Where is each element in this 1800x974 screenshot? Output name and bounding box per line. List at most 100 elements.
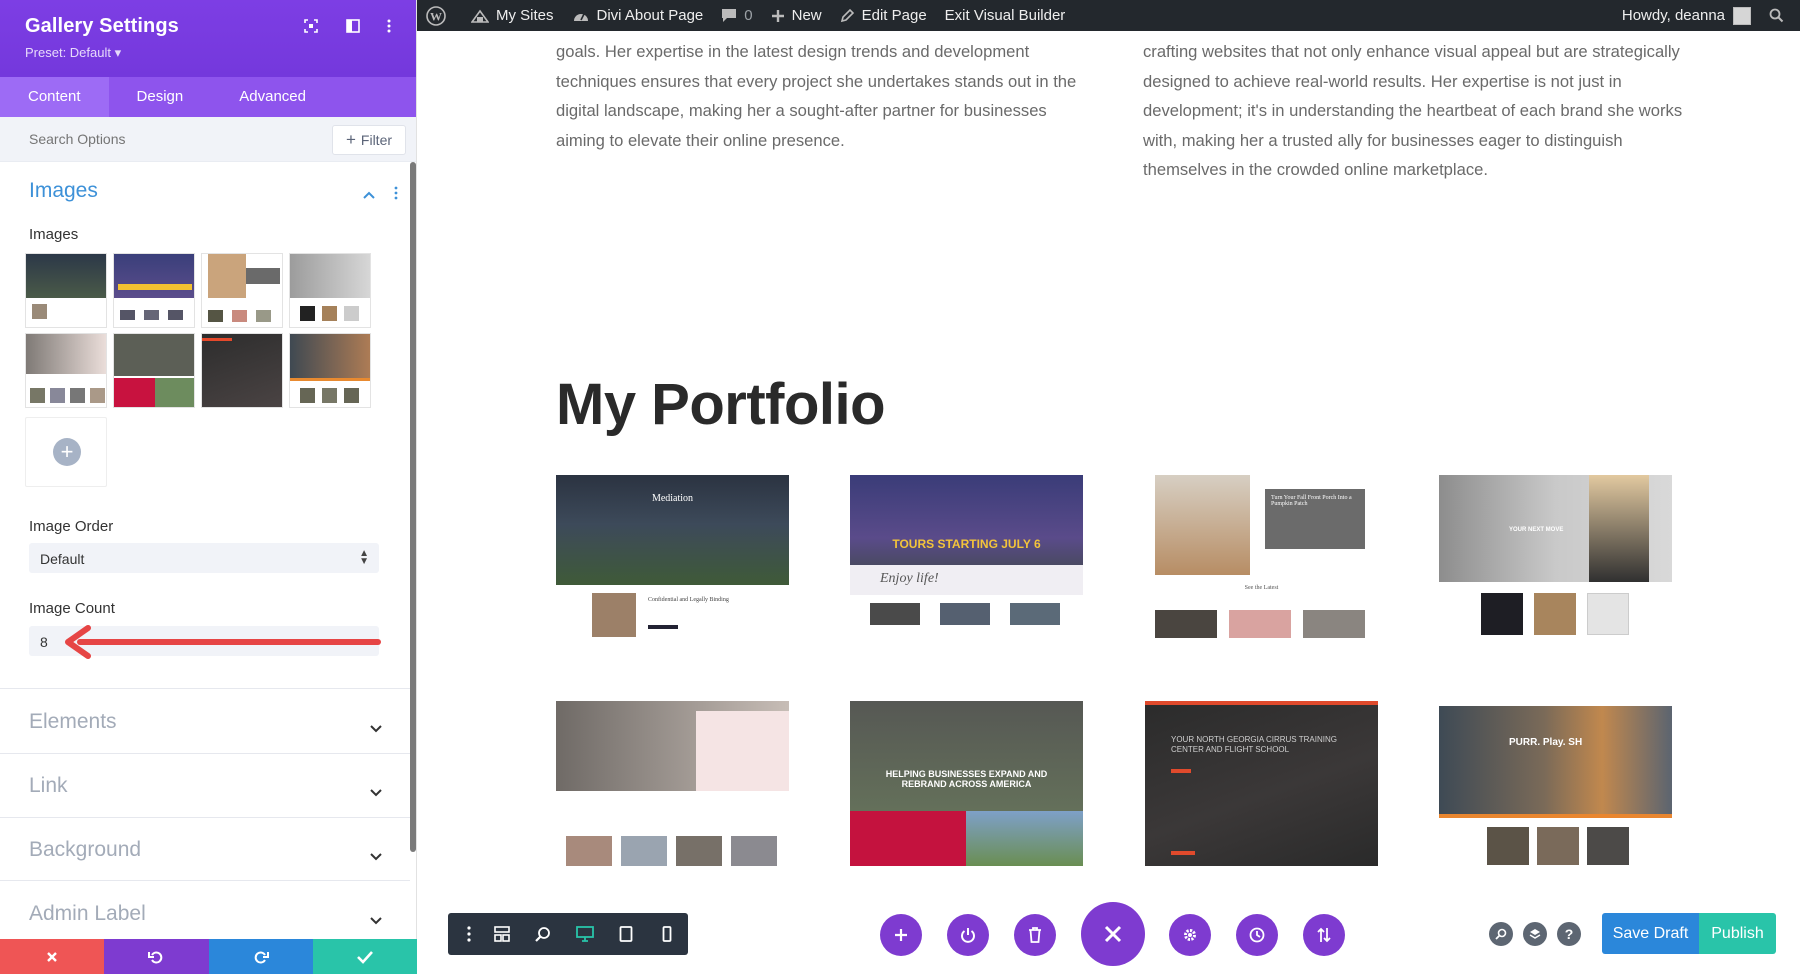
pencil-icon xyxy=(840,8,855,23)
filter-label: Filter xyxy=(361,132,392,148)
new-content-link[interactable]: New xyxy=(762,0,831,31)
chevron-down-icon[interactable] xyxy=(369,722,383,736)
more-options-icon[interactable] xyxy=(380,17,398,35)
tab-advanced[interactable]: Advanced xyxy=(211,77,334,117)
plus-icon xyxy=(771,9,785,23)
check-icon xyxy=(357,950,373,964)
menu-dots-icon xyxy=(467,926,471,942)
gallery-item-1[interactable]: Mediation Confidential and Legally Bindi… xyxy=(556,475,789,640)
power-icon xyxy=(960,927,976,943)
image-count-label: Image Count xyxy=(29,600,115,617)
about-paragraph-left: goals. Her expertise in the latest desig… xyxy=(556,37,1096,155)
gallery-item-7[interactable]: YOUR NORTH GEORGIA CIRRUS TRAINING CENTE… xyxy=(1145,701,1378,866)
help-icon: ? xyxy=(1565,926,1574,942)
thumbnail-8[interactable] xyxy=(289,333,371,408)
thumbnail-4[interactable] xyxy=(289,253,371,328)
gallery-caption: PURR. Play. SH xyxy=(1509,737,1582,748)
panel-footer xyxy=(0,939,417,974)
builder-menu-button[interactable] xyxy=(456,913,482,955)
undo-button[interactable] xyxy=(104,939,208,974)
panel-scrollbar[interactable] xyxy=(410,162,416,852)
layers-button[interactable] xyxy=(1523,922,1547,946)
admin-search[interactable] xyxy=(1760,0,1800,31)
settings-icon xyxy=(1182,927,1198,943)
page-search-button[interactable] xyxy=(1489,922,1513,946)
link-section-toggle[interactable]: Link xyxy=(29,774,68,798)
images-section-toggle[interactable]: Images xyxy=(29,179,98,203)
account-menu[interactable]: Howdy, deanna xyxy=(1613,0,1760,31)
image-order-select[interactable]: Default ▲▼ xyxy=(29,543,379,573)
phone-view-button[interactable] xyxy=(647,913,688,955)
tab-content[interactable]: Content xyxy=(0,77,109,117)
thumbnail-6[interactable] xyxy=(113,333,195,408)
exit-visual-builder-link[interactable]: Exit Visual Builder xyxy=(936,0,1075,31)
new-label: New xyxy=(792,7,822,24)
comments-link[interactable]: 0 xyxy=(712,0,761,31)
thumbnail-2[interactable] xyxy=(113,253,195,328)
gallery-caption: HELPING BUSINESSES EXPAND AND REBRAND AC… xyxy=(850,769,1083,789)
background-section-toggle[interactable]: Background xyxy=(29,838,141,862)
site-name-link[interactable]: Divi About Page xyxy=(563,0,713,31)
tab-design[interactable]: Design xyxy=(109,77,212,117)
wordpress-logo[interactable]: W xyxy=(417,0,462,31)
gallery-item-3[interactable]: Turn Your Fall Front Porch Into a Pumpki… xyxy=(1145,475,1378,640)
chevron-down-icon[interactable] xyxy=(369,850,383,864)
editing-history-button[interactable] xyxy=(1236,914,1278,956)
fullscreen-icon[interactable] xyxy=(302,17,320,35)
thumbnail-1[interactable] xyxy=(25,253,107,328)
edit-page-link[interactable]: Edit Page xyxy=(831,0,936,31)
settings-panel: Gallery Settings Preset: Default ▾ Conte… xyxy=(0,0,417,974)
save-settings-button[interactable] xyxy=(313,939,417,974)
chevron-up-icon[interactable] xyxy=(362,188,376,202)
page-settings-button[interactable] xyxy=(1169,914,1211,956)
add-icon xyxy=(894,928,908,942)
gallery-caption: YOUR NEXT MOVE xyxy=(1509,527,1563,533)
thumbnail-7[interactable] xyxy=(201,333,283,408)
divider xyxy=(0,817,410,818)
gallery-subcaption: Enjoy life! xyxy=(880,571,939,587)
tablet-view-button[interactable] xyxy=(605,913,646,955)
publish-button[interactable]: Publish xyxy=(1699,913,1776,954)
layers-icon xyxy=(1529,928,1541,940)
load-layout-button[interactable] xyxy=(947,914,989,956)
thumbnail-3[interactable] xyxy=(201,253,283,328)
search-row: + Filter xyxy=(0,117,416,162)
save-draft-button[interactable]: Save Draft xyxy=(1602,913,1699,954)
portability-button[interactable] xyxy=(1303,914,1345,956)
add-image-icon[interactable]: + xyxy=(53,438,81,466)
close-icon xyxy=(1104,925,1122,943)
section-menu-icon[interactable] xyxy=(394,186,398,200)
plus-icon: + xyxy=(346,130,356,150)
gallery-item-2[interactable]: TOURS STARTING JULY 6 Enjoy life! xyxy=(850,475,1083,640)
preset-dropdown[interactable]: Preset: Default ▾ xyxy=(25,45,121,61)
filter-button[interactable]: + Filter xyxy=(332,125,406,155)
help-button[interactable]: ? xyxy=(1557,922,1581,946)
page-canvas: goals. Her expertise in the latest desig… xyxy=(417,31,1800,974)
discard-button[interactable] xyxy=(0,939,104,974)
comment-icon xyxy=(721,8,737,23)
gallery-item-8[interactable]: PURR. Play. SH xyxy=(1439,701,1672,869)
gallery-item-6[interactable]: HELPING BUSINESSES EXPAND AND REBRAND AC… xyxy=(850,701,1083,866)
thumbnail-5[interactable] xyxy=(25,333,107,408)
chevron-down-icon[interactable] xyxy=(369,914,383,928)
red-arrow-annotation xyxy=(62,622,382,662)
desktop-view-button[interactable] xyxy=(564,913,605,955)
elements-section-toggle[interactable]: Elements xyxy=(29,710,117,734)
zoom-view-button[interactable] xyxy=(523,913,564,955)
redo-button[interactable] xyxy=(209,939,313,974)
close-builder-button[interactable] xyxy=(1081,902,1145,966)
clear-layout-button[interactable] xyxy=(1014,914,1056,956)
chevron-down-icon[interactable] xyxy=(369,786,383,800)
zoom-icon xyxy=(535,926,551,942)
wireframe-view-button[interactable] xyxy=(482,913,523,955)
image-order-value: Default xyxy=(40,551,84,567)
gallery-item-5[interactable] xyxy=(556,701,789,869)
add-module-button[interactable] xyxy=(880,914,922,956)
gallery-item-4[interactable]: YOUR NEXT MOVE xyxy=(1439,475,1672,640)
comments-count: 0 xyxy=(744,7,752,24)
split-view-icon[interactable] xyxy=(344,17,362,35)
search-options-input[interactable] xyxy=(29,131,279,147)
admin-label-section-toggle[interactable]: Admin Label xyxy=(29,902,146,926)
my-sites-link[interactable]: My Sites xyxy=(462,0,563,31)
add-image-tile[interactable]: + xyxy=(25,417,107,487)
